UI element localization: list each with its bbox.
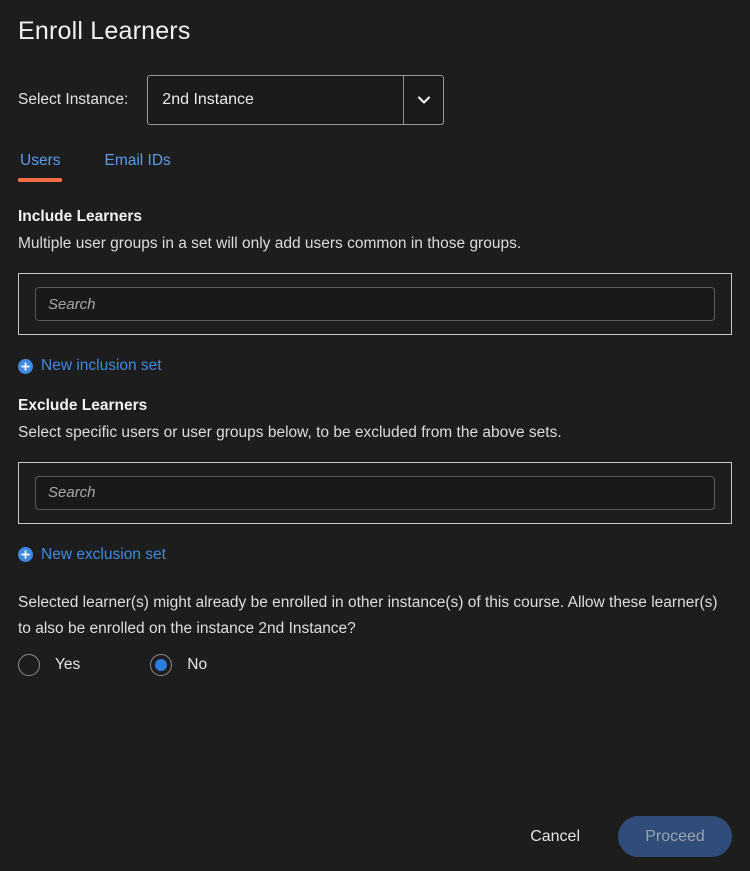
inclusion-set-box	[18, 273, 732, 335]
instance-select[interactable]: 2nd Instance	[147, 75, 445, 125]
tab-email-ids-label: Email IDs	[104, 152, 171, 169]
tab-bar: Users Email IDs	[18, 150, 732, 190]
allow-enrollment-radio-group: Yes No	[18, 654, 732, 676]
select-instance-label: Select Instance:	[18, 91, 129, 108]
new-exclusion-set-button[interactable]: New exclusion set	[18, 545, 166, 565]
instance-select-value: 2nd Instance	[162, 91, 254, 108]
radio-yes-indicator	[18, 654, 40, 676]
radio-no-indicator	[150, 654, 173, 676]
tab-users-label: Users	[20, 152, 61, 169]
new-inclusion-set-button[interactable]: New inclusion set	[18, 356, 162, 376]
tab-users[interactable]: Users	[18, 150, 63, 182]
new-inclusion-set-label: New inclusion set	[41, 357, 162, 374]
radio-option-no[interactable]: No	[150, 654, 207, 676]
page-title: Enroll Learners	[18, 17, 191, 45]
tab-active-indicator	[18, 178, 63, 182]
instance-selector-row: Select Instance: 2nd Instance	[18, 75, 732, 125]
exclusion-set-box	[18, 461, 732, 524]
plus-circle-icon	[18, 547, 33, 562]
radio-no-label: No	[187, 656, 208, 673]
radio-yes-label: Yes	[55, 656, 81, 673]
exclude-learners-description: Select specific users or user groups bel…	[18, 423, 562, 441]
include-search-input[interactable]	[35, 287, 715, 321]
tab-email-ids[interactable]: Email IDs	[102, 150, 172, 182]
include-learners-heading: Include Learners	[18, 208, 143, 225]
new-exclusion-set-label: New exclusion set	[41, 545, 166, 563]
exclude-learners-heading: Exclude Learners	[18, 396, 148, 414]
cancel-button[interactable]: Cancel	[520, 820, 590, 854]
dialog-footer: Cancel Proceed	[520, 816, 732, 857]
plus-circle-icon	[18, 358, 33, 374]
enroll-learners-dialog: Enroll Learners Select Instance: 2nd Ins…	[0, 0, 750, 871]
proceed-button[interactable]: Proceed	[618, 816, 732, 857]
include-learners-description: Multiple user groups in a set will only …	[18, 235, 522, 252]
allow-enrollment-prompt: Selected learner(s) might already be enr…	[18, 594, 718, 637]
radio-option-yes[interactable]: Yes	[18, 654, 80, 676]
exclude-search-input[interactable]	[35, 475, 715, 510]
chevron-down-icon[interactable]	[403, 76, 443, 124]
